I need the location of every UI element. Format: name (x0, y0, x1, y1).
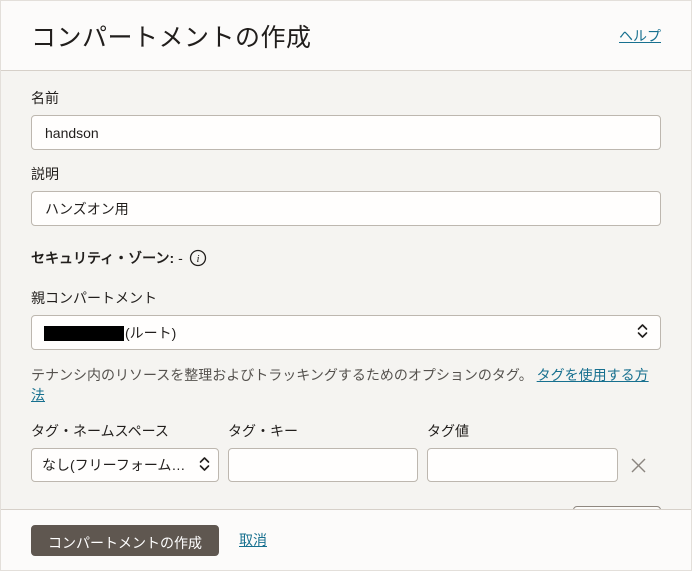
tag-namespace-col: タグ・ネームスペース なし(フリーフォーム・ ... (31, 421, 219, 483)
security-zone-label: セキュリティ・ゾーン: (31, 250, 175, 266)
svg-text:i: i (196, 253, 199, 265)
dialog-body: 名前 説明 セキュリティ・ゾーン: - i 親コンパートメント (ルート) (1, 71, 691, 510)
name-input[interactable] (31, 115, 661, 150)
info-icon[interactable]: i (189, 249, 207, 267)
tag-row: タグ・ネームスペース なし(フリーフォーム・ ... タグ・キー タグ値 (31, 421, 661, 483)
tag-value-input[interactable] (427, 448, 618, 483)
tag-key-col: タグ・キー (228, 421, 418, 483)
remove-tag-button[interactable] (624, 448, 652, 482)
help-link[interactable]: ヘルプ (619, 26, 661, 46)
security-zone-value: - (178, 250, 183, 266)
dialog-footer: コンパートメントの作成 取消 (1, 510, 691, 570)
cancel-link[interactable]: 取消 (239, 530, 267, 550)
tag-key-label: タグ・キー (228, 423, 298, 440)
page-title: コンパートメントの作成 (31, 23, 312, 52)
parent-compartment-select[interactable]: (ルート) (31, 315, 661, 350)
description-label: 説明 (31, 166, 59, 182)
tag-namespace-value: なし(フリーフォーム・ ... (42, 457, 191, 474)
create-compartment-button[interactable]: コンパートメントの作成 (31, 524, 219, 556)
redacted-tenancy-name (44, 326, 124, 342)
dialog-header: コンパートメントの作成 ヘルプ (1, 1, 691, 71)
create-compartment-dialog: コンパートメントの作成 ヘルプ 名前 説明 セキュリティ・ゾーン: - i 親コ… (0, 0, 692, 571)
security-zone-line: セキュリティ・ゾーン: - i (31, 248, 661, 268)
tags-hint: テナンシ内のリソースを整理およびトラッキングするためのオプションのタグ。 タグを… (31, 366, 661, 405)
chevron-updown-icon (637, 323, 648, 342)
close-icon (631, 458, 645, 473)
tag-value-col: タグ値 (427, 421, 618, 483)
tag-namespace-select[interactable]: なし(フリーフォーム・ ... (31, 448, 219, 483)
tags-hint-text: テナンシ内のリソースを整理およびトラッキングするためのオプションのタグ。 (31, 367, 537, 383)
tag-namespace-label: タグ・ネームスペース (31, 423, 169, 440)
tag-key-input[interactable] (228, 448, 418, 483)
tag-value-label: タグ値 (427, 423, 469, 440)
parent-compartment-label: 親コンパートメント (31, 290, 157, 306)
name-label: 名前 (31, 90, 59, 106)
description-input[interactable] (31, 191, 661, 226)
parent-compartment-value: (ルート) (44, 323, 629, 343)
chevron-updown-icon (199, 456, 210, 475)
